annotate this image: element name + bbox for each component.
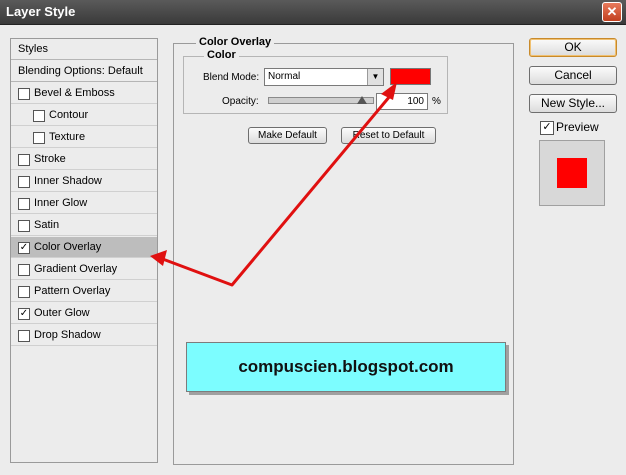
annotation-arrow-line bbox=[159, 95, 392, 287]
annotation-arrows bbox=[150, 82, 397, 287]
annotation-arrow-head-swatch bbox=[381, 82, 397, 100]
annotation-arrow-head-list bbox=[150, 250, 167, 266]
